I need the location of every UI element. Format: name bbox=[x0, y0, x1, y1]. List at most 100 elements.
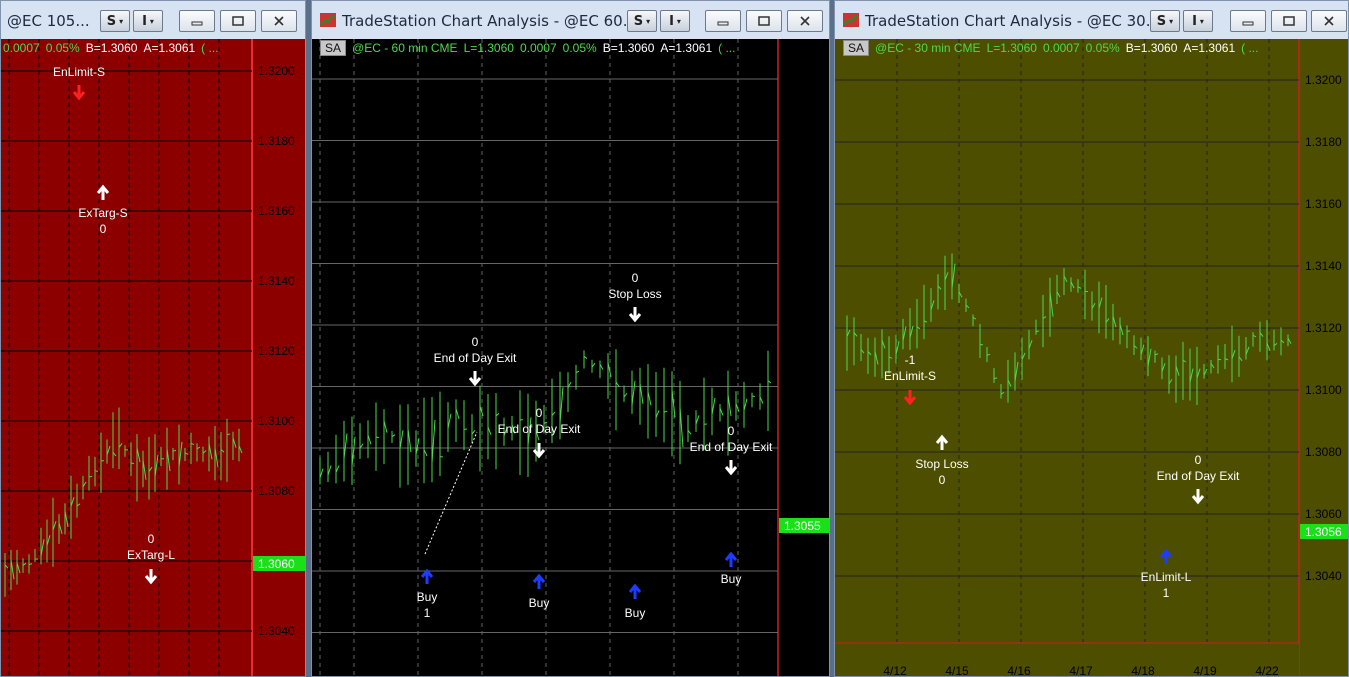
price-tick-label: 1.3080 bbox=[784, 441, 821, 455]
s-dropdown-button[interactable]: S bbox=[100, 10, 130, 32]
trade-annotation-label: -1 bbox=[905, 353, 916, 367]
i-dropdown-button[interactable]: I bbox=[660, 10, 690, 32]
arrow-up-icon bbox=[1159, 548, 1173, 564]
date-tick-label: 4/12 bbox=[883, 664, 907, 677]
chart-window-3: TradeStation Chart Analysis - @EC 30... … bbox=[834, 0, 1349, 677]
arrow-down-icon bbox=[468, 371, 482, 387]
chart-header: SA @EC - 30 min CME L=1.3060 0.0007 0.05… bbox=[843, 39, 1258, 56]
trade-annotation-label: 0 bbox=[728, 424, 735, 438]
close-tick bbox=[375, 436, 380, 439]
trade-annotation-label: 0 bbox=[632, 271, 639, 285]
i-dropdown-button[interactable]: I bbox=[133, 10, 163, 32]
date-tick-label: 4/17 bbox=[1069, 664, 1093, 677]
last-price-label: 1.3056 bbox=[1305, 525, 1342, 539]
chart-header: 0.0007 0.05% B=1.3060 A=1.3061 ( ... bbox=[3, 39, 219, 56]
minimize-button[interactable] bbox=[705, 10, 741, 32]
trade-annotation-label: 0 bbox=[148, 532, 155, 546]
tradestation-icon bbox=[320, 13, 336, 27]
trade-annotation-label: End of Day Exit bbox=[498, 422, 581, 436]
close-tick bbox=[1126, 330, 1131, 332]
price-tick-label: 1.3100 bbox=[784, 380, 821, 394]
arrow-down-icon bbox=[1191, 489, 1205, 505]
price-tick-label: 1.3180 bbox=[1305, 135, 1342, 149]
price-tick-label: 1.3160 bbox=[258, 204, 295, 218]
trade-annotation-label: EnLimit-S bbox=[884, 369, 936, 383]
trade-annotation-label: ExTarg-S bbox=[78, 206, 127, 220]
trade-annotation-label: 1 bbox=[1163, 586, 1170, 600]
date-tick-label: 4/22 bbox=[1255, 664, 1279, 677]
last-price-label: 1.3055 bbox=[784, 519, 821, 533]
sa-badge[interactable]: SA bbox=[320, 39, 347, 56]
window-title-bar[interactable]: TradeStation Chart Analysis - @EC 60... … bbox=[312, 1, 829, 39]
chart-svg: 1.3200 1.3180 1.3160 1.3140 1.3120 1.3100 1.30… bbox=[835, 39, 1348, 677]
pct-value: 0.05% bbox=[45, 40, 80, 55]
change-value: 0.0007 bbox=[1042, 40, 1080, 55]
s-dropdown-button[interactable]: S bbox=[1150, 10, 1180, 32]
arrow-down-icon bbox=[724, 460, 738, 476]
maximize-button[interactable] bbox=[220, 10, 256, 32]
close-button[interactable] bbox=[1311, 10, 1347, 32]
price-tick-label: 1.3140 bbox=[784, 257, 821, 271]
date-tick-label: 4/18 bbox=[1131, 664, 1155, 677]
chart-plot-area[interactable]: SA @EC - 60 min CME L=1.3060 0.0007 0.05… bbox=[312, 39, 829, 676]
change-value: 0.0007 bbox=[3, 40, 40, 55]
window-title-bar[interactable]: TradeStation Chart Analysis - @EC 30... … bbox=[835, 1, 1348, 39]
window-title: TradeStation Chart Analysis - @EC 30... bbox=[865, 12, 1161, 30]
last-value: L=1.3060 bbox=[986, 40, 1037, 55]
tradestation-icon bbox=[843, 13, 859, 27]
trade-annotation-label: Buy bbox=[721, 572, 742, 586]
s-dropdown-button[interactable]: S bbox=[627, 10, 657, 32]
maximize-button[interactable] bbox=[1271, 10, 1307, 32]
maximize-button[interactable] bbox=[746, 10, 782, 32]
symbol-label: @EC - 60 min CME bbox=[352, 40, 458, 55]
close-tick bbox=[88, 475, 93, 478]
price-tick-label: 1.3140 bbox=[1305, 259, 1342, 273]
minimize-icon bbox=[191, 21, 203, 26]
sa-badge[interactable]: SA bbox=[843, 39, 870, 56]
close-button[interactable] bbox=[261, 10, 297, 32]
trade-annotation-label: Stop Loss bbox=[608, 287, 661, 301]
trade-annotation-label: 1 bbox=[424, 606, 431, 620]
minimize-button[interactable] bbox=[1230, 10, 1266, 32]
trade-annotation-label: EnLimit-L bbox=[1141, 570, 1192, 584]
price-tick-label: 1.3200 bbox=[784, 72, 821, 86]
trade-annotation-label: EnLimit-S bbox=[53, 65, 105, 79]
bid-value: B=1.3060 bbox=[1125, 40, 1178, 55]
trade-annotation-label: 0 bbox=[1195, 453, 1202, 467]
window-title-bar[interactable]: @EC 105... S I bbox=[1, 1, 305, 39]
arrow-up-icon bbox=[935, 434, 949, 450]
maximize-icon bbox=[1283, 16, 1295, 26]
trade-annotation-label: End of Day Exit bbox=[434, 351, 517, 365]
trade-annotation-label: 0 bbox=[536, 406, 543, 420]
arrow-down-icon bbox=[903, 390, 917, 406]
arrow-down-icon bbox=[72, 85, 86, 101]
chart-plot-area[interactable]: SA @EC - 30 min CME L=1.3060 0.0007 0.05… bbox=[835, 39, 1348, 676]
chart-window-1: @EC 105... S I 0.0007 0.05% B=1.3060 A=1… bbox=[0, 0, 306, 677]
price-tick-label: 1.3060 bbox=[1305, 507, 1342, 521]
trade-annotation-label: End of Day Exit bbox=[690, 440, 773, 454]
close-tick bbox=[226, 433, 231, 436]
trade-annotation-label: 0 bbox=[939, 473, 946, 487]
price-tick-label: 1.3100 bbox=[1305, 383, 1342, 397]
minimize-icon bbox=[1242, 21, 1254, 26]
trade-annotation-label: Buy bbox=[625, 606, 646, 620]
i-dropdown-button[interactable]: I bbox=[1183, 10, 1213, 32]
arrow-down-icon bbox=[144, 569, 158, 585]
chart-svg: 1.3200 1.3180 1.3160 1.3140 1.3120 1.3100 1.30… bbox=[312, 39, 829, 676]
trade-annotation-label: 0 bbox=[472, 335, 479, 349]
price-tick-label: 1.3040 bbox=[1305, 569, 1342, 583]
close-icon bbox=[1324, 16, 1334, 26]
minimize-button[interactable] bbox=[179, 10, 215, 32]
chart-header: SA @EC - 60 min CME L=1.3060 0.0007 0.05… bbox=[320, 39, 735, 56]
price-tick-label: 1.3200 bbox=[258, 64, 295, 78]
symbol-label: @EC - 30 min CME bbox=[875, 40, 981, 55]
chart-svg: 1.3200 1.3180 1.3160 1.3140 1.3120 1.3100 1.30… bbox=[1, 39, 305, 676]
price-tick-label: 1.3100 bbox=[258, 414, 295, 428]
price-tick-label: 1.3080 bbox=[1305, 445, 1342, 459]
bid-value: B=1.3060 bbox=[602, 40, 655, 55]
window-title: @EC 105... bbox=[7, 12, 90, 30]
close-button[interactable] bbox=[787, 10, 823, 32]
chart-plot-area[interactable]: 0.0007 0.05% B=1.3060 A=1.3061 ( ... 1.3… bbox=[1, 39, 305, 676]
close-icon bbox=[800, 16, 810, 26]
price-tick-label: 1.3160 bbox=[1305, 197, 1342, 211]
